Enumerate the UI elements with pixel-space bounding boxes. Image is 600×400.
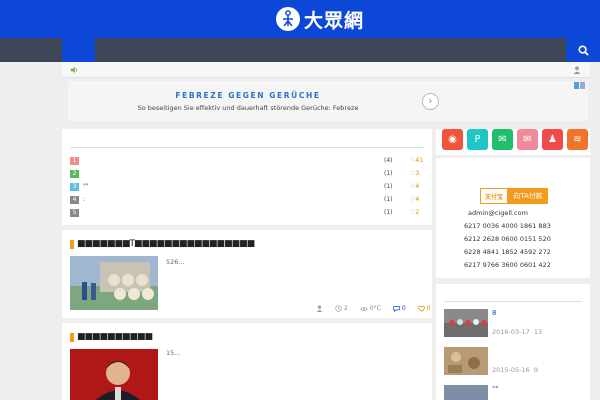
recent-post-item[interactable]: ""	[444, 385, 590, 400]
contact-email[interactable]: admin@cigell.com	[468, 209, 528, 217]
post-excerpt: 526...	[166, 258, 185, 266]
site-logo[interactable]: 大眾網	[276, 3, 378, 35]
alipay-pay-button[interactable]: 支付宝 向TA付款	[480, 188, 548, 204]
post-views-meta: 0°C	[360, 305, 381, 312]
recent-post-date: 2016-03-17 13	[492, 328, 543, 336]
account-number: 6228 4841 1852 4592 272	[464, 248, 551, 256]
ranking-row[interactable]: 2 (1) ♡3	[70, 167, 426, 180]
post-comment-count: 2	[344, 305, 348, 312]
recent-post-thumbnail[interactable]	[444, 309, 488, 337]
ad-title[interactable]: FEBREZE GEGEN GERÜCHE	[68, 91, 428, 100]
rank-number: 3	[70, 182, 79, 191]
mail-icon[interactable]: ✉	[517, 129, 538, 150]
comment-icon	[393, 306, 400, 312]
rss-icon[interactable]: ≋	[567, 129, 588, 150]
ranking-list: 1 (4) ♡41 2 (1) ♡3 3 "" (1) ♡4 4: (1) ♡4 5 (1) ♡2	[70, 154, 426, 219]
eye-icon	[360, 306, 368, 311]
post-title-text[interactable]: ■■■■■■■■■■	[77, 332, 153, 342]
recent-post-thumbnail[interactable]	[444, 347, 488, 375]
nav-search-button[interactable]	[566, 38, 600, 62]
post-thumbnail[interactable]	[70, 256, 158, 310]
post-card: ■■■■■■■■■■ 15...	[62, 323, 432, 400]
ad-arrow-button[interactable]: ›	[422, 93, 439, 110]
top-header: 大眾網	[0, 0, 600, 38]
rank-likes: ♡2	[410, 209, 420, 216]
ad-banner[interactable]: FEBREZE GEGEN GERÜCHE So beseitigen Sie …	[68, 81, 588, 121]
ad-choices-icon[interactable]	[574, 82, 586, 90]
rank-likes: ♡4	[410, 183, 420, 190]
rank-number: 5	[70, 208, 79, 217]
recent-post-item[interactable]: 8 2016-03-17 13	[444, 309, 590, 339]
account-number: 6217 9766 3600 0601 422	[464, 261, 551, 269]
post-views: 0°C	[369, 305, 381, 312]
main-nav	[0, 38, 600, 62]
donate-panel	[436, 158, 590, 278]
rank-likes: ♡41	[410, 157, 424, 164]
social-links: ◉ P ✉ ✉ ♟ ≋	[442, 129, 588, 151]
rank-likes: ♡4	[410, 196, 420, 203]
logo-text: 大眾網	[304, 9, 365, 32]
post-title[interactable]: ■■■■■■■T■■■■■■■■■■■■■■■■	[70, 239, 255, 249]
ranking-row[interactable]: 4: (1) ♡4	[70, 193, 426, 206]
author-icon	[316, 305, 323, 312]
rank-comment-count: (1)	[384, 196, 393, 203]
rank-title[interactable]: :	[83, 196, 85, 203]
account-number: 6212 2628 0600 0151 520	[464, 235, 551, 243]
recent-header-line	[444, 301, 582, 302]
rank-likes: ♡3	[410, 170, 420, 177]
weibo-icon[interactable]: ◉	[442, 129, 463, 150]
post-date-meta: 2	[335, 305, 348, 312]
rank-comment-count: (1)	[384, 170, 393, 177]
rank-comment-count: (1)	[384, 183, 393, 190]
rank-comment-count: (4)	[384, 157, 393, 164]
post-likes: 0	[426, 305, 431, 312]
p-icon[interactable]: P	[467, 129, 488, 150]
wechat-icon[interactable]: ✉	[492, 129, 513, 150]
recent-post-thumbnail[interactable]	[444, 385, 488, 400]
heart-icon	[417, 305, 425, 312]
recent-post-date: 2015-05-16 9	[492, 366, 539, 374]
recent-post-title[interactable]: ""	[492, 385, 498, 393]
ranking-header-line	[70, 147, 424, 148]
nav-home-tab[interactable]	[62, 38, 95, 62]
title-flag-icon	[70, 332, 74, 342]
recent-post-title[interactable]: 8	[492, 309, 496, 317]
post-card: ■■■■■■■T■■■■■■■■■■■■■■■■ 526... 2 0°C 0 …	[62, 230, 432, 318]
account-number: 6217 0036 4000 1861 883	[464, 222, 551, 230]
post-title-text[interactable]: ■■■■■■■T■■■■■■■■■■■■■■■■	[77, 239, 255, 249]
ranking-row[interactable]: 5 (1) ♡2	[70, 206, 426, 219]
logo-emblem-icon	[276, 7, 300, 31]
post-replies-meta[interactable]: 0	[393, 305, 406, 312]
post-thumbnail[interactable]	[70, 349, 158, 400]
user-icon[interactable]	[573, 66, 581, 74]
volume-icon	[70, 66, 77, 74]
ranking-row[interactable]: 1 (4) ♡41	[70, 154, 426, 167]
notice-bar	[62, 62, 590, 78]
post-excerpt: 15...	[166, 349, 181, 357]
ranking-row[interactable]: 3 "" (1) ♡4	[70, 180, 426, 193]
qq-icon[interactable]: ♟	[542, 129, 563, 150]
clock-icon	[335, 305, 342, 312]
search-icon	[577, 44, 589, 56]
rank-title[interactable]: ""	[83, 183, 89, 190]
recent-posts-panel	[436, 284, 590, 400]
pay-label: 向TA付款	[508, 188, 548, 204]
ad-subtitle: So beseitigen Sie effektiv und dauerhaft…	[137, 104, 359, 112]
post-likes-meta[interactable]: 0	[417, 305, 431, 312]
rank-comment-count: (1)	[384, 209, 393, 216]
rank-number: 4	[70, 195, 79, 204]
title-flag-icon	[70, 239, 74, 249]
recent-post-item[interactable]: 2015-05-16 9	[444, 347, 590, 377]
alipay-logo: 支付宝	[480, 188, 508, 204]
post-replies: 0	[401, 305, 406, 312]
rank-number: 1	[70, 156, 79, 165]
rank-number: 2	[70, 169, 79, 178]
post-meta: 2 0°C 0 0	[316, 305, 431, 312]
post-title[interactable]: ■■■■■■■■■■	[70, 332, 153, 342]
